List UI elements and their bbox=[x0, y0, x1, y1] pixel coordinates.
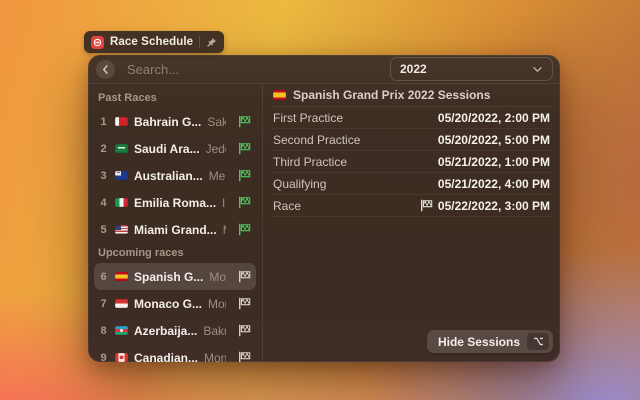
checkered-flag-icon bbox=[238, 142, 251, 155]
race-schedule-window: Search... 2022 Past Races 1 Bahrain G...… bbox=[88, 55, 560, 362]
back-button[interactable] bbox=[96, 60, 115, 79]
race-index: 7 bbox=[98, 298, 109, 310]
command-tag: Race Schedule bbox=[84, 31, 224, 53]
session-row-race: Race 05/22/2022, 3:00 PM bbox=[271, 195, 552, 217]
checkered-flag-icon bbox=[238, 169, 251, 182]
race-title: Spanish G... bbox=[134, 270, 203, 284]
checkered-flag-icon bbox=[238, 351, 251, 362]
race-list: Past Races 1 Bahrain G... Sakhir, Bahr..… bbox=[88, 84, 262, 362]
race-location: Monte-Carl... bbox=[208, 297, 226, 311]
hide-sessions-button[interactable]: Hide Sessions bbox=[427, 330, 553, 353]
section-header-upcoming: Upcoming races bbox=[94, 243, 256, 263]
list-item-monaco[interactable]: 7 Monaco G... Monte-Carl... bbox=[94, 290, 256, 317]
race-location: Imola, Italy bbox=[222, 196, 226, 210]
sessions-title: Spanish Grand Prix 2022 Sessions bbox=[293, 88, 490, 102]
race-index: 6 bbox=[98, 271, 109, 283]
race-title: Canadian... bbox=[134, 351, 198, 363]
session-datetime: 05/20/2022, 5:00 PM bbox=[438, 133, 550, 147]
year-dropdown-value: 2022 bbox=[400, 62, 427, 76]
checkered-flag-icon bbox=[238, 223, 251, 236]
race-location: Miami, USA bbox=[223, 223, 226, 237]
sessions-detail-panel: Spanish Grand Prix 2022 Sessions First P… bbox=[263, 84, 560, 362]
session-label: Qualifying bbox=[273, 177, 326, 191]
chevron-left-icon bbox=[101, 64, 110, 75]
session-row-second-practice: Second Practice 05/20/2022, 5:00 PM bbox=[271, 129, 552, 151]
flag-italy-icon bbox=[115, 198, 128, 208]
race-title: Australian... bbox=[134, 169, 203, 183]
list-item-spain-selected[interactable]: 6 Spanish G... Montmeló,... bbox=[94, 263, 256, 290]
race-schedule-app-icon bbox=[91, 36, 104, 49]
flag-usa-icon bbox=[115, 225, 128, 235]
race-title: Miami Grand... bbox=[134, 223, 217, 237]
checkered-flag-icon bbox=[238, 270, 251, 283]
flag-azerbaijan-icon bbox=[115, 326, 128, 336]
flag-australia-icon bbox=[115, 171, 128, 181]
list-item-bahrain[interactable]: 1 Bahrain G... Sakhir, Bahr... bbox=[94, 108, 256, 135]
session-row-first-practice: First Practice 05/20/2022, 2:00 PM bbox=[271, 107, 552, 129]
race-index: 2 bbox=[98, 143, 109, 155]
command-tag-label: Race Schedule bbox=[110, 36, 193, 48]
session-label: Third Practice bbox=[273, 155, 347, 169]
session-row-third-practice: Third Practice 05/21/2022, 1:00 PM bbox=[271, 151, 552, 173]
session-label: First Practice bbox=[273, 111, 343, 125]
checkered-flag-icon bbox=[238, 324, 251, 337]
sessions-header: Spanish Grand Prix 2022 Sessions bbox=[271, 84, 552, 107]
session-datetime: 05/21/2022, 1:00 PM bbox=[438, 155, 550, 169]
race-location: Jeddah, Sa... bbox=[206, 142, 226, 156]
session-datetime: 05/22/2022, 3:00 PM bbox=[420, 199, 550, 213]
flag-saudi-arabia-icon bbox=[115, 144, 128, 154]
pin-icon bbox=[206, 37, 217, 48]
search-header: Search... 2022 bbox=[88, 55, 560, 84]
section-header-past: Past Races bbox=[94, 88, 256, 108]
race-index: 8 bbox=[98, 325, 109, 337]
flag-monaco-icon bbox=[115, 299, 128, 309]
flag-spain-icon bbox=[115, 272, 128, 282]
list-item-azerbaijan[interactable]: 8 Azerbaija... Baku, Azerb... bbox=[94, 317, 256, 344]
session-row-qualifying: Qualifying 05/21/2022, 4:00 PM bbox=[271, 173, 552, 195]
session-label: Race bbox=[273, 199, 301, 213]
race-index: 1 bbox=[98, 116, 109, 128]
race-index: 5 bbox=[98, 224, 109, 236]
race-location: Montreal, C... bbox=[204, 351, 226, 363]
race-title: Azerbaija... bbox=[134, 324, 197, 338]
race-title: Monaco G... bbox=[134, 297, 202, 311]
search-input[interactable]: Search... bbox=[127, 62, 390, 77]
list-item-australia[interactable]: 3 Australian... Melbourne,... bbox=[94, 162, 256, 189]
option-key-icon bbox=[527, 333, 549, 350]
list-item-miami[interactable]: 5 Miami Grand... Miami, USA bbox=[94, 216, 256, 243]
year-dropdown[interactable]: 2022 bbox=[390, 57, 553, 81]
flag-bahrain-icon bbox=[115, 117, 128, 127]
race-location: Sakhir, Bahr... bbox=[207, 115, 226, 129]
race-location: Montmeló,... bbox=[209, 270, 226, 284]
flag-spain-icon bbox=[273, 90, 286, 100]
race-location: Melbourne,... bbox=[209, 169, 226, 183]
race-index: 4 bbox=[98, 197, 109, 209]
race-index: 3 bbox=[98, 170, 109, 182]
checkered-flag-icon bbox=[238, 196, 251, 209]
hide-sessions-label: Hide Sessions bbox=[438, 335, 520, 349]
race-index: 9 bbox=[98, 352, 109, 363]
session-datetime: 05/21/2022, 4:00 PM bbox=[438, 177, 550, 191]
race-location: Baku, Azerb... bbox=[203, 324, 226, 338]
session-label: Second Practice bbox=[273, 133, 360, 147]
tag-divider bbox=[199, 36, 200, 48]
chevron-down-icon bbox=[532, 66, 543, 73]
action-bar: Hide Sessions bbox=[427, 330, 553, 353]
checkered-flag-icon bbox=[420, 199, 433, 212]
list-item-emilia-romagna[interactable]: 4 Emilia Roma... Imola, Italy bbox=[94, 189, 256, 216]
list-item-saudi[interactable]: 2 Saudi Ara... Jeddah, Sa... bbox=[94, 135, 256, 162]
race-title: Saudi Ara... bbox=[134, 142, 200, 156]
race-title: Emilia Roma... bbox=[134, 196, 216, 210]
session-datetime-text: 05/22/2022, 3:00 PM bbox=[438, 199, 550, 213]
session-datetime: 05/20/2022, 2:00 PM bbox=[438, 111, 550, 125]
checkered-flag-icon bbox=[238, 297, 251, 310]
checkered-flag-icon bbox=[238, 115, 251, 128]
steering-wheel-icon bbox=[92, 37, 103, 48]
list-item-canada[interactable]: 9 Canadian... Montreal, C... bbox=[94, 344, 256, 362]
race-title: Bahrain G... bbox=[134, 115, 201, 129]
flag-canada-icon bbox=[115, 353, 128, 362]
